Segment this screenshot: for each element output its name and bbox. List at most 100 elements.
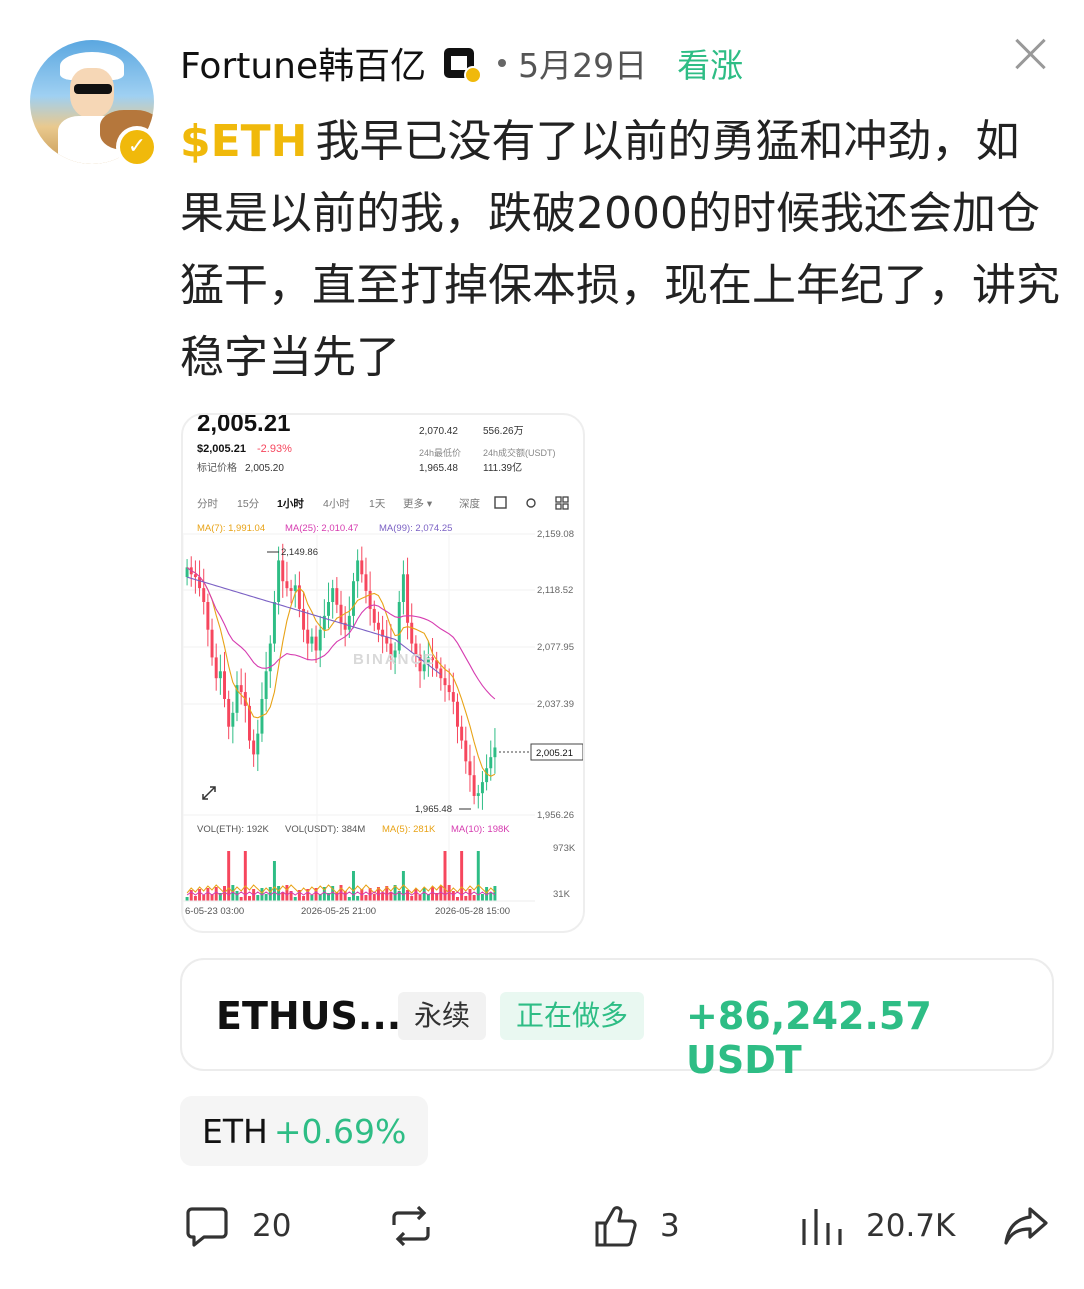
candle-body (239, 685, 243, 693)
vol-usdt-label: VOL(USDT): 384M (285, 824, 365, 835)
candle-body (376, 622, 380, 630)
y-tick-label: 1,956.26 (537, 810, 574, 821)
candle-body (410, 622, 414, 644)
candle-body (456, 701, 459, 727)
volume-bar (460, 851, 464, 901)
indicator-tab: BOLL (277, 931, 303, 933)
coin-name: ETH (202, 1111, 268, 1151)
vol-ma10-label: MA(10): 198K (451, 824, 510, 835)
candle-body (364, 574, 368, 591)
volume-bar (256, 895, 260, 901)
close-icon[interactable] (1010, 34, 1050, 74)
candle-body (339, 604, 343, 623)
post-header: Fortune韩百亿 5月29日 看涨 (180, 37, 744, 89)
interval-tab: 深度 (459, 497, 480, 510)
candle-body (347, 615, 351, 630)
separator-dot (498, 59, 507, 67)
volume-bar (227, 851, 231, 901)
chart-interval-tabs[interactable]: 分时 15分 1小时 4小时 1天 更多 ▾ 深度 (197, 497, 480, 510)
volume-bar (410, 896, 414, 901)
chart-mark-price: 2,005.20 (245, 463, 284, 474)
chart-vol24-value: 556.26万 (483, 426, 524, 437)
views-count: 20.7K (866, 1208, 956, 1244)
candle-body (468, 761, 472, 776)
post-date: 5月29日 (518, 46, 648, 85)
interval-tab: 1天 (369, 498, 386, 510)
indicator-tab: EMA (235, 931, 257, 933)
indicator-tab: VOL (467, 931, 488, 933)
position-card[interactable]: ETHUS... 永续 正在做多 +86,242.57 USDT (180, 958, 1054, 1082)
candle-body (493, 747, 497, 758)
chart-toolbar-icons[interactable] (494, 496, 569, 510)
expand-icon[interactable] (197, 781, 221, 805)
like-count: 3 (660, 1208, 680, 1244)
volume-bar (439, 886, 443, 901)
chart-low24-label: 24h最低价 (419, 447, 461, 458)
candle-body (360, 560, 364, 575)
candle-body (193, 574, 197, 578)
volume-bar (272, 861, 276, 901)
candle-body (264, 671, 268, 699)
volume-bar (277, 886, 281, 901)
volume-bar (431, 887, 434, 901)
ma7-label: MA(7): 1,991.04 (197, 523, 265, 534)
username[interactable]: Fortune韩百亿 (180, 37, 426, 89)
candle-body (476, 793, 480, 796)
volume-bar (193, 896, 197, 901)
volume-bar (347, 897, 351, 901)
candle-body (256, 733, 260, 755)
volume-bar (451, 891, 455, 901)
volume-bar (356, 896, 360, 901)
share-button[interactable] (1002, 1196, 1050, 1256)
candle-body (447, 685, 451, 693)
ma25-label: MA(25): 2,010.47 (285, 523, 358, 534)
coin-chip[interactable]: ETH +0.69% (180, 1096, 429, 1166)
volume-bar (464, 896, 468, 901)
comment-icon (186, 1207, 228, 1247)
ticker-link[interactable]: $ETH (180, 116, 308, 167)
candle-body (289, 588, 293, 591)
volume-bar (476, 851, 480, 901)
volume-tick-label: 31K (553, 889, 571, 900)
indicator-tab: SUPER (407, 931, 441, 933)
indicator-tabs[interactable]: MA EMA BOLL SAR AVL SUPER VOL MACD (193, 931, 540, 933)
candle-body (460, 726, 464, 741)
candle-body (218, 671, 222, 679)
views-button[interactable]: 20.7K (798, 1196, 955, 1256)
volume-bar (414, 889, 418, 901)
candle-body (401, 574, 405, 602)
chart-mark-label: 标记价格 (197, 461, 237, 474)
candle-body (206, 601, 210, 630)
interval-tab: 分时 (197, 498, 218, 510)
candle-body (272, 601, 276, 644)
repost-icon (392, 1205, 430, 1247)
candle-body (318, 629, 322, 651)
volume-bar (235, 891, 239, 901)
x-tick-label: 2026-05-28 15:00 (435, 906, 510, 917)
share-icon (1004, 1207, 1048, 1245)
interval-tab: 4小时 (323, 498, 350, 510)
candle-body (443, 678, 447, 686)
sentiment-label: 看涨 (677, 46, 744, 85)
candle-body (451, 692, 455, 702)
volume-bar (243, 851, 247, 901)
current-price-tag: 2,005.21 (536, 748, 573, 759)
post-body-text: 我早已没有了以前的勇猛和冲劲，如果是以前的我，跌破2000的时候我还会加仓猛干，… (180, 116, 1060, 383)
chart-high-label: 2,149.86 (281, 547, 318, 558)
ma99-label: MA(99): 2,074.25 (379, 523, 452, 534)
indicator-tab: SAR (329, 931, 350, 933)
chart-image[interactable]: 2,005.21 $2,005.21 -2.93% 标记价格 2,005.20 … (181, 413, 585, 933)
volume-bar (418, 895, 422, 901)
repost-button[interactable] (386, 1196, 436, 1256)
volume-tick-label: 973K (553, 843, 576, 854)
volume-bar (472, 895, 476, 901)
interval-tab: 更多 ▾ (403, 497, 433, 510)
volume-bar (302, 896, 306, 901)
candle-body (281, 560, 285, 582)
volume-bar (352, 871, 355, 901)
candle-body (314, 636, 318, 651)
comment-button[interactable]: 20 (184, 1196, 291, 1256)
interval-tab: 15分 (237, 498, 260, 510)
chart-candles (185, 543, 497, 810)
like-button[interactable]: 3 (594, 1196, 680, 1256)
